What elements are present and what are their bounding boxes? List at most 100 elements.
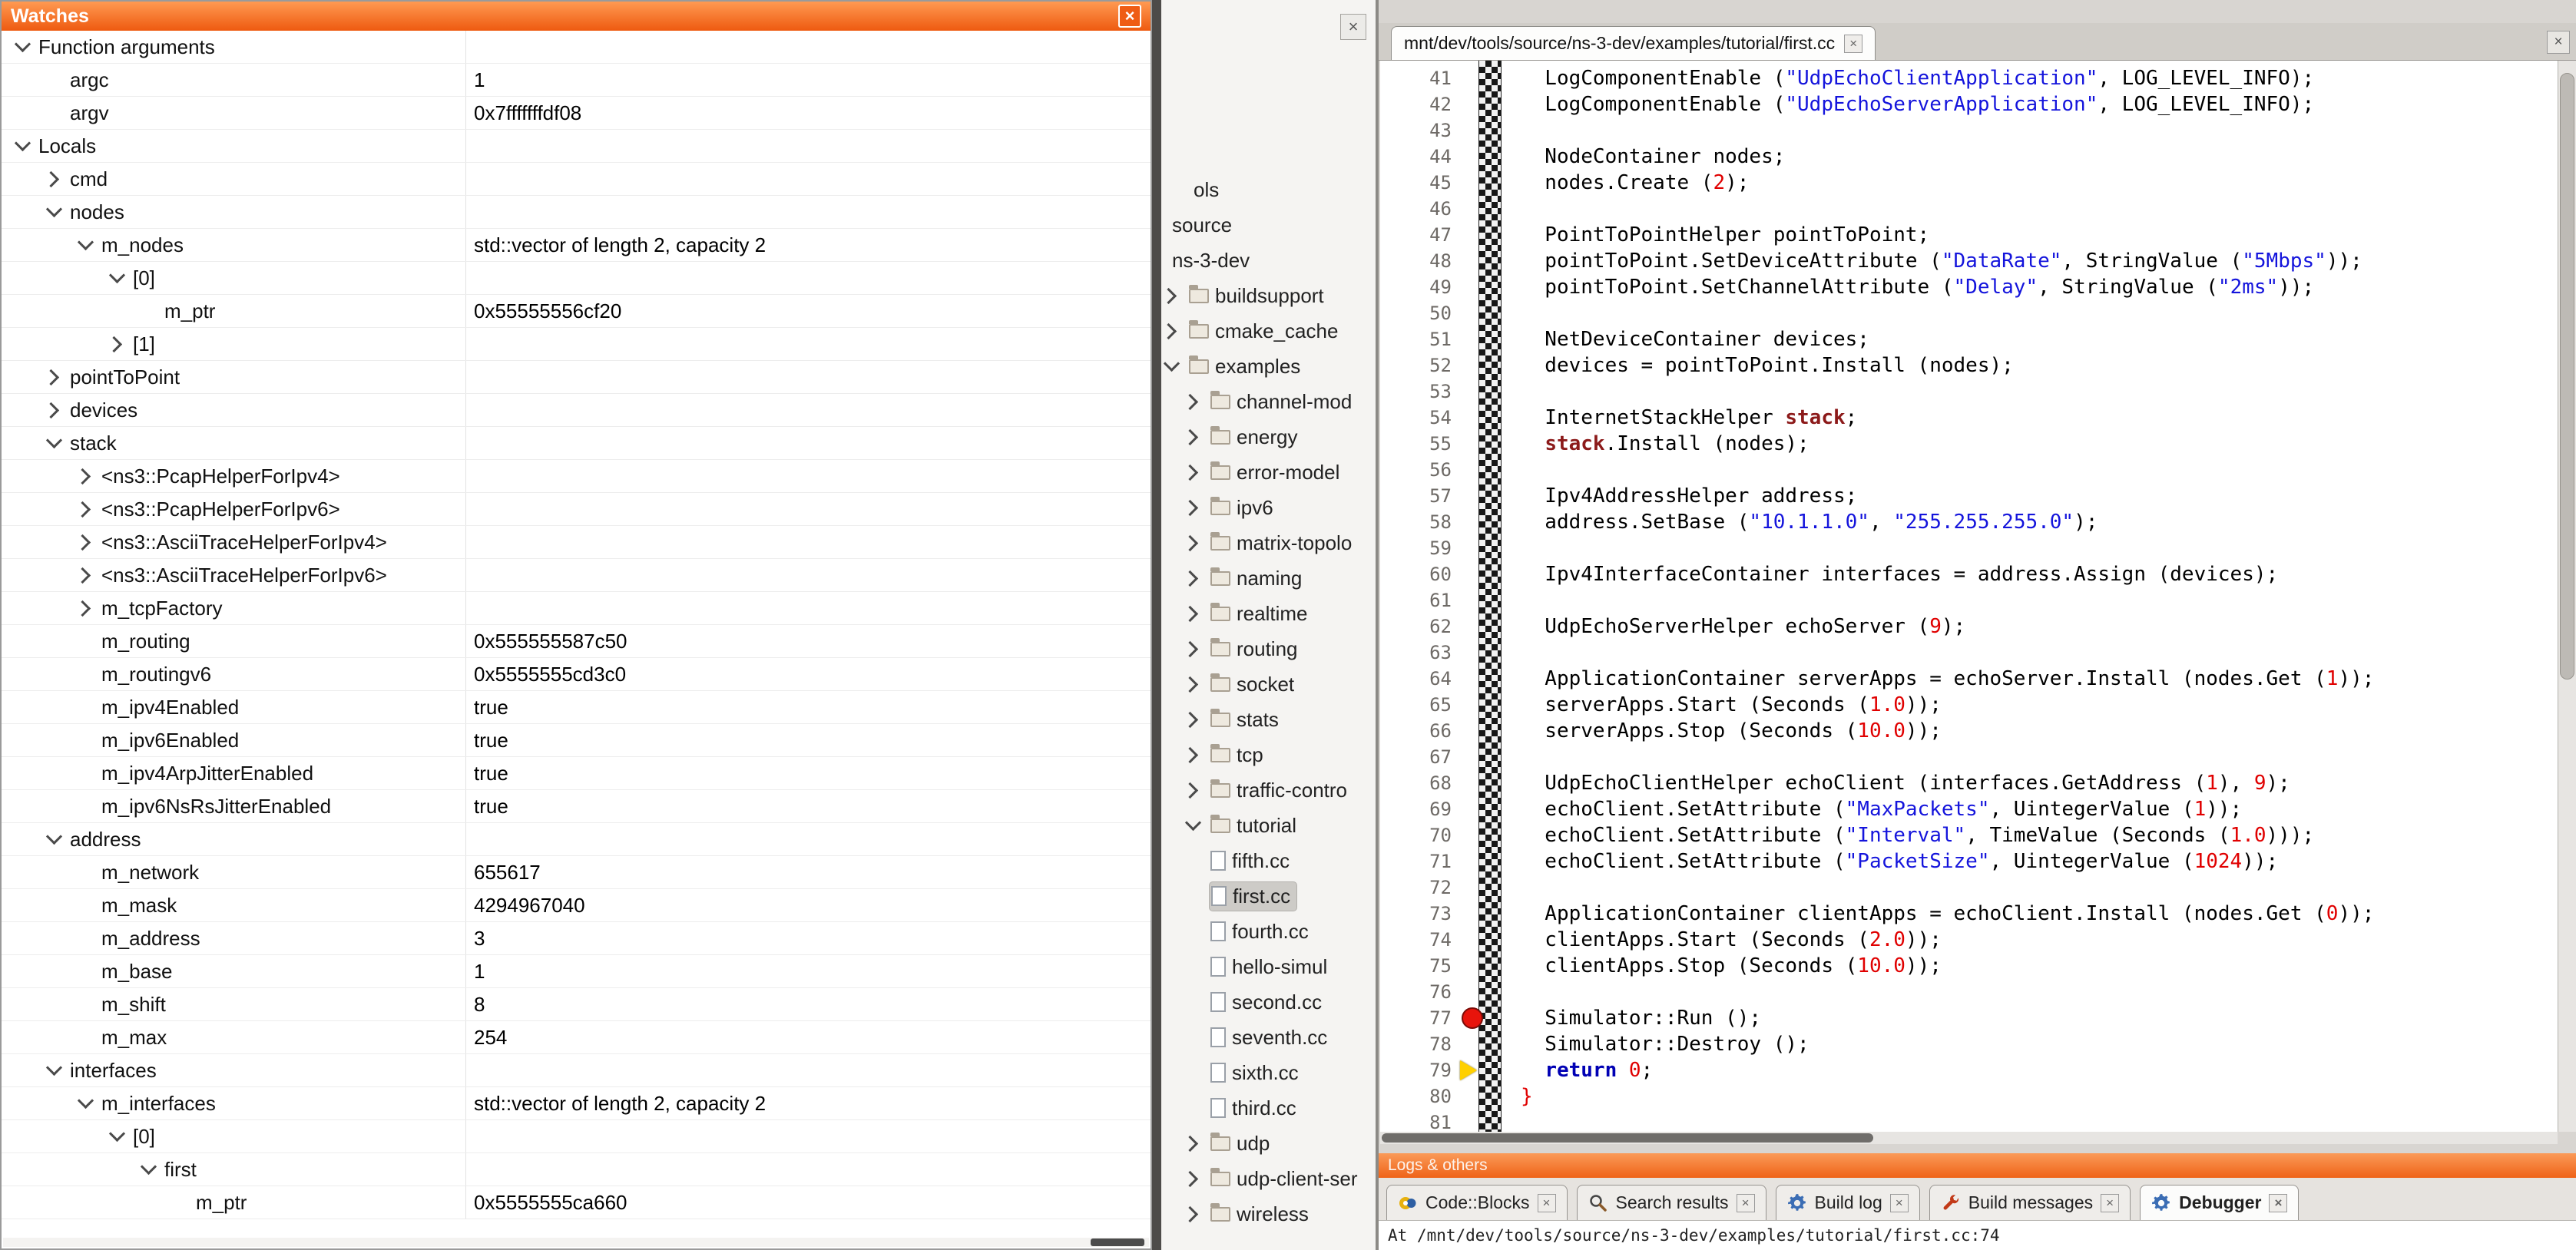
logs-tab-debugger[interactable]: Debugger×: [2140, 1185, 2299, 1220]
tree-item-tutorial[interactable]: tutorial: [1161, 808, 1376, 843]
line-number[interactable]: 73: [1380, 901, 1459, 927]
code-line[interactable]: 46: [1380, 196, 2558, 222]
line-number[interactable]: 41: [1380, 65, 1459, 91]
line-number[interactable]: 55: [1380, 431, 1459, 457]
breakpoint-marker[interactable]: [1462, 1007, 1483, 1029]
tree-expand-icon[interactable]: [1183, 568, 1203, 588]
line-number[interactable]: 76: [1380, 979, 1459, 1005]
watch-row[interactable]: m_routing0x555555587c50: [2, 625, 1151, 658]
code-line[interactable]: 63: [1380, 640, 2558, 666]
tree-collapse-icon[interactable]: [75, 235, 95, 255]
tree-expand-icon[interactable]: [1161, 286, 1181, 306]
code-line[interactable]: 77 Simulator::Run ();: [1380, 1005, 2558, 1031]
line-number[interactable]: 47: [1380, 222, 1459, 248]
line-number[interactable]: 79: [1380, 1057, 1459, 1083]
code-line[interactable]: 56: [1380, 457, 2558, 483]
watches-titlebar[interactable]: Watches ×: [2, 2, 1151, 31]
line-number[interactable]: 64: [1380, 666, 1459, 692]
watches-horizontal-scrollbar[interactable]: [3, 1238, 1149, 1247]
tree-item-realtime[interactable]: realtime: [1161, 596, 1376, 631]
watch-row[interactable]: address: [2, 823, 1151, 856]
watch-row[interactable]: cmd: [2, 163, 1151, 196]
tab-close-icon[interactable]: ×: [1538, 1194, 1556, 1212]
watch-row[interactable]: m_ipv4ArpJitterEnabledtrue: [2, 757, 1151, 790]
tree-collapse-icon[interactable]: [44, 433, 64, 453]
watch-row[interactable]: m_ipv4Enabledtrue: [2, 691, 1151, 724]
tree-collapse-icon[interactable]: [44, 202, 64, 222]
tree-collapse-icon[interactable]: [1161, 356, 1181, 376]
code-line[interactable]: 60 Ipv4InterfaceContainer interfaces = a…: [1380, 561, 2558, 587]
code-line[interactable]: 62 UdpEchoServerHelper echoServer (9);: [1380, 613, 2558, 640]
tree-item-tools[interactable]: ols: [1161, 172, 1376, 207]
tree-item-error-model[interactable]: error-model: [1161, 455, 1376, 490]
watch-row[interactable]: m_network655617: [2, 856, 1151, 889]
tree-item-stats[interactable]: stats: [1161, 702, 1376, 737]
watch-row[interactable]: <ns3::PcapHelperForIpv4>: [2, 460, 1151, 493]
code-line[interactable]: 49 pointToPoint.SetChannelAttribute ("De…: [1380, 274, 2558, 300]
line-number[interactable]: 60: [1380, 561, 1459, 587]
code-line[interactable]: 52 devices = pointToPoint.Install (nodes…: [1380, 352, 2558, 379]
scrollbar-thumb[interactable]: [2560, 73, 2574, 680]
watch-row[interactable]: argc1: [2, 64, 1151, 97]
watch-row[interactable]: interfaces: [2, 1054, 1151, 1087]
tree-item-routing[interactable]: routing: [1161, 631, 1376, 666]
code-line[interactable]: 50: [1380, 300, 2558, 326]
code-line[interactable]: 45 nodes.Create (2);: [1380, 170, 2558, 196]
tree-expand-icon[interactable]: [1183, 462, 1203, 482]
tree-collapse-icon[interactable]: [107, 268, 127, 288]
line-number[interactable]: 44: [1380, 144, 1459, 170]
tree-item-tcp[interactable]: tcp: [1161, 737, 1376, 772]
tree-collapse-icon[interactable]: [44, 829, 64, 849]
logs-tab-build-messages[interactable]: Build messages×: [1929, 1185, 2131, 1220]
management-close-button[interactable]: ×: [1340, 14, 1366, 40]
watch-row[interactable]: m_address3: [2, 922, 1151, 955]
code-line[interactable]: 57 Ipv4AddressHelper address;: [1380, 483, 2558, 509]
line-number[interactable]: 71: [1380, 848, 1459, 875]
watch-row[interactable]: [0]: [2, 262, 1151, 295]
tree-expand-icon[interactable]: [1183, 1204, 1203, 1224]
code-line[interactable]: 68 UdpEchoClientHelper echoClient (inter…: [1380, 770, 2558, 796]
tree-item-second-cc[interactable]: second.cc: [1161, 984, 1376, 1020]
code-line[interactable]: 67: [1380, 744, 2558, 770]
tree-item-fourth-cc[interactable]: fourth.cc: [1161, 914, 1376, 949]
tab-close-icon[interactable]: ×: [1890, 1194, 1909, 1212]
tree-collapse-icon[interactable]: [75, 1093, 95, 1113]
line-number[interactable]: 59: [1380, 535, 1459, 561]
tree-expand-icon[interactable]: [1183, 745, 1203, 765]
line-number[interactable]: 53: [1380, 379, 1459, 405]
tree-expand-icon[interactable]: [44, 169, 64, 189]
logs-titlebar[interactable]: Logs & others: [1379, 1153, 2576, 1178]
watch-row[interactable]: m_ptr0x55555556cf20: [2, 295, 1151, 328]
code-line[interactable]: 61: [1380, 587, 2558, 613]
tree-collapse-icon[interactable]: [12, 37, 32, 57]
tree-expand-icon[interactable]: [75, 598, 95, 618]
code-line[interactable]: 69 echoClient.SetAttribute ("MaxPackets"…: [1380, 796, 2558, 822]
line-number[interactable]: 58: [1380, 509, 1459, 535]
watch-row[interactable]: first: [2, 1153, 1151, 1186]
tree-expand-icon[interactable]: [1183, 639, 1203, 659]
code-line[interactable]: 76: [1380, 979, 2558, 1005]
line-number[interactable]: 50: [1380, 300, 1459, 326]
line-number[interactable]: 69: [1380, 796, 1459, 822]
editor-horizontal-scrollbar[interactable]: [1380, 1132, 2558, 1144]
tree-collapse-icon[interactable]: [44, 1060, 64, 1080]
code-line[interactable]: 58 address.SetBase ("10.1.1.0", "255.255…: [1380, 509, 2558, 535]
tree-expand-icon[interactable]: [107, 334, 127, 354]
tree-expand-icon[interactable]: [44, 400, 64, 420]
tabbar-corner-button[interactable]: ×: [2547, 31, 2570, 54]
code-line[interactable]: 75 clientApps.Stop (Seconds (10.0));: [1380, 953, 2558, 979]
tree-expand-icon[interactable]: [1183, 709, 1203, 729]
tree-item-buildsupport[interactable]: buildsupport: [1161, 278, 1376, 313]
watch-row[interactable]: pointToPoint: [2, 361, 1151, 394]
tree-item-ipv6[interactable]: ipv6: [1161, 490, 1376, 525]
line-number[interactable]: 52: [1380, 352, 1459, 379]
tree-item-udp-client-server[interactable]: udp-client-ser: [1161, 1161, 1376, 1196]
watch-row[interactable]: m_nodesstd::vector of length 2, capacity…: [2, 229, 1151, 262]
tree-expand-icon[interactable]: [1183, 780, 1203, 800]
line-number[interactable]: 46: [1380, 196, 1459, 222]
line-number[interactable]: 68: [1380, 770, 1459, 796]
watch-row[interactable]: <ns3::AsciiTraceHelperForIpv6>: [2, 559, 1151, 592]
tree-expand-icon[interactable]: [75, 565, 95, 585]
tree-expand-icon[interactable]: [1183, 1169, 1203, 1189]
line-number[interactable]: 81: [1380, 1109, 1459, 1132]
